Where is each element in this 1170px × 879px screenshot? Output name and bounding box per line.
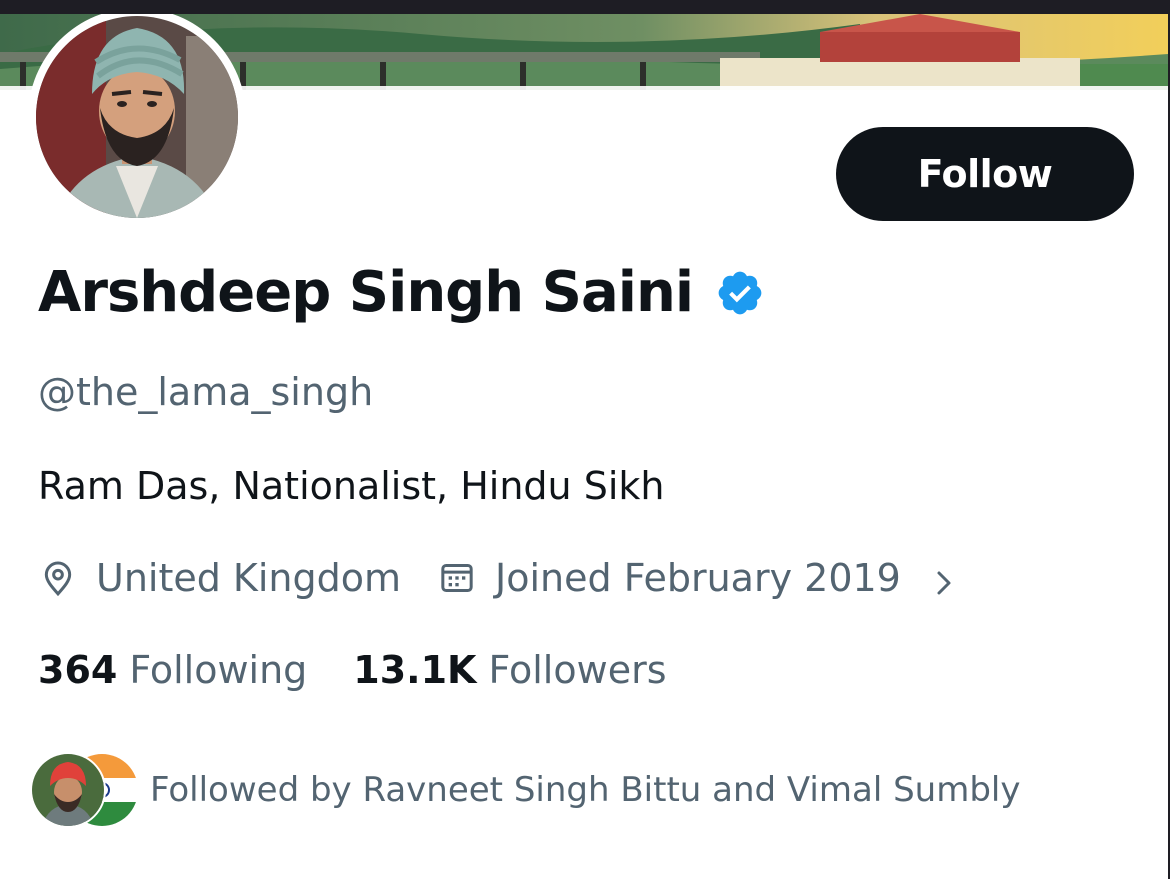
followers-label: Followers: [488, 648, 667, 692]
profile-handle: @the_lama_singh: [38, 370, 374, 414]
calendar-icon: [437, 558, 477, 598]
profile-bio: Ram Das, Nationalist, Hindu Sikh: [38, 464, 665, 508]
chevron-right-icon[interactable]: [929, 563, 959, 595]
following-label: Following: [129, 648, 308, 692]
name-row: Arshdeep Singh Saini: [38, 260, 765, 325]
followers-link[interactable]: 13.1K Followers: [353, 648, 666, 692]
followed-by-row: Followed by Ravneet Singh Bittu and Vima…: [30, 752, 1020, 828]
follow-button[interactable]: Follow: [836, 127, 1134, 221]
joined-item: Joined February 2019: [437, 556, 901, 600]
avatar-border: [28, 14, 246, 226]
profile-stats: 364 Following 13.1K Followers: [38, 648, 667, 692]
avatar-image: [36, 16, 238, 218]
followed-by-text[interactable]: Followed by Ravneet Singh Bittu and Vima…: [150, 770, 1020, 810]
followed-by-avatars[interactable]: [30, 752, 140, 828]
location-pin-icon: [38, 558, 78, 598]
profile-avatar[interactable]: [36, 16, 238, 218]
followers-count: 13.1K: [353, 648, 477, 692]
profile-meta: United Kingdom Joined February 2019: [38, 556, 959, 600]
verified-badge-icon[interactable]: [715, 268, 765, 318]
location-item: United Kingdom: [38, 556, 401, 600]
location-text: United Kingdom: [96, 556, 402, 600]
profile-card: Follow Arshdeep Singh Saini @the_lama_si…: [0, 14, 1168, 879]
joined-text: Joined February 2019: [495, 556, 901, 600]
follower-avatar-1: [30, 752, 106, 828]
following-count: 364: [38, 648, 118, 692]
display-name: Arshdeep Singh Saini: [38, 260, 694, 325]
following-link[interactable]: 364 Following: [38, 648, 307, 692]
